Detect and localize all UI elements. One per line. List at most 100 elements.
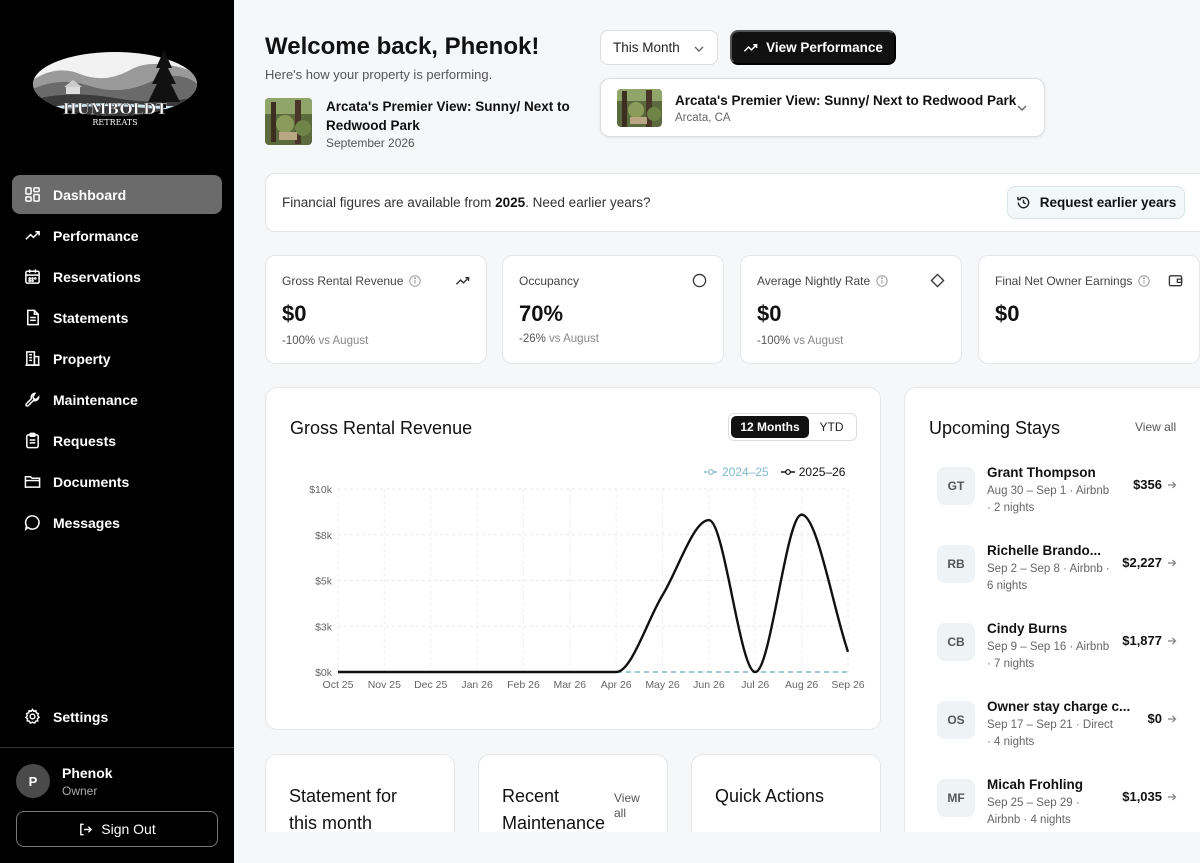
y-tick-label: $10k [309, 484, 333, 496]
sidebar-item-performance[interactable]: Performance [12, 216, 222, 255]
x-tick-label: Jan 26 [461, 679, 493, 691]
stay-payout-value: $0 [1147, 711, 1162, 726]
property-period: September 2026 [326, 136, 415, 150]
user-role: Owner [62, 783, 98, 798]
sidebar-item-label: Settings [53, 708, 109, 725]
sidebar-item-messages[interactable]: Messages [12, 503, 222, 542]
y-tick-label: $3k [315, 621, 333, 633]
stat-card-occupancy: Occupancy 70% -26% vs August [502, 255, 724, 364]
sidebar-item-settings[interactable]: Settings [12, 697, 222, 736]
info-icon[interactable] [1138, 275, 1151, 287]
stay-payout: $356 [1133, 477, 1177, 492]
stay-item[interactable]: RB Richelle Brando... Sep 2 – Sep 8 · Airb… [937, 543, 1177, 615]
sidebar-item-label: Performance [53, 227, 139, 244]
property-thumbnail [265, 98, 312, 145]
arrow-right-icon [1168, 559, 1177, 566]
x-tick-label: Mar 26 [553, 679, 586, 691]
sidebar-nav: Dashboard Performance Reservations State… [12, 175, 222, 544]
stat-value: $0 [282, 301, 307, 326]
logo-artwork: HUMBOLDT RETREATS [33, 50, 197, 127]
sidebar-item-label: Reservations [53, 268, 141, 285]
sign-out-button[interactable]: Sign Out [16, 811, 218, 847]
history-icon [1016, 196, 1030, 209]
upcoming-stays-view-all-link[interactable]: View all [1135, 420, 1176, 434]
period-select[interactable]: This Month [600, 30, 718, 65]
stay-payout: $2,227 [1122, 555, 1177, 570]
request-earlier-years-button[interactable]: Request earlier years [1007, 186, 1185, 219]
stat-label: Occupancy [519, 274, 580, 288]
sidebar: HUMBOLDT RETREATS Dashboard Performance … [0, 0, 234, 863]
guest-name: Grant Thompson [987, 465, 1096, 480]
trending-up-icon [455, 276, 470, 285]
info-icon[interactable] [876, 275, 888, 287]
toggle-ytd[interactable]: YTD [809, 416, 854, 438]
sidebar-item-label: Maintenance [53, 391, 138, 408]
guest-name: Micah Frohling [987, 777, 1083, 792]
folder-icon [24, 476, 41, 488]
brand-logo[interactable]: HUMBOLDT RETREATS [30, 44, 200, 134]
calendar-icon [25, 269, 40, 284]
sidebar-item-documents[interactable]: Documents [12, 462, 222, 501]
wrench-icon [25, 392, 40, 407]
viewport-bottom [234, 832, 1200, 863]
guest-avatar: CB [937, 623, 975, 661]
stay-payout: $0 [1148, 711, 1177, 726]
property-select-title: Arcata's Premier View: Sunny/ Next to Re… [675, 93, 1017, 108]
diamond-icon [930, 273, 945, 288]
legend-item-2024-25[interactable]: 2024–25 [704, 465, 769, 479]
guest-avatar: GT [937, 467, 975, 505]
stay-item[interactable]: CB Cindy Burns Sep 9 – Sep 16 · Airbnb · 7… [937, 621, 1177, 693]
sidebar-item-label: Messages [53, 514, 120, 531]
legend-item-2025-26[interactable]: 2025–26 [780, 465, 846, 479]
banner-year: 2025 [495, 195, 526, 210]
stat-change: -26% vs August [519, 333, 599, 345]
quick-actions-title: Quick Actions [715, 786, 825, 806]
period-select-value: This Month [613, 40, 680, 55]
stay-payout-value: $356 [1133, 477, 1162, 492]
x-tick-label: May 26 [645, 679, 680, 691]
stat-change: -100% vs August [282, 335, 368, 347]
stat-value: 70% [519, 301, 564, 326]
info-icon[interactable] [409, 275, 422, 287]
stat-label: Average Nightly Rate [757, 274, 871, 288]
view-performance-button[interactable]: View Performance [730, 30, 896, 65]
guest-avatar: OS [937, 701, 975, 739]
x-tick-label: Jun 26 [693, 679, 725, 691]
user-profile[interactable]: P Phenok Owner [16, 764, 113, 798]
stat-card-net-owner-earnings: Final Net Owner Earnings $0 [978, 255, 1200, 364]
sidebar-item-dashboard[interactable]: Dashboard [12, 175, 222, 214]
y-tick-label: $0k [315, 667, 333, 679]
revenue-chart-card: $0k $3k $5k $8k $10k Oct 25 Nov 25 Dec 25 Jan 26… [265, 387, 881, 730]
stay-payout-value: $1,035 [1122, 789, 1162, 804]
property-title: Arcata's Premier View: Sunny/ Next to Re… [326, 99, 570, 133]
x-tick-label: Oct 25 [323, 679, 354, 691]
property-select-thumbnail [617, 89, 662, 127]
stay-item[interactable]: OS Owner stay charge c... Sep 17 – Sep 21 … [937, 699, 1177, 771]
toggle-12-months[interactable]: 12 Months [731, 416, 809, 438]
upcoming-stays-card: Upcoming Stays View all GT Grant Thompson… [904, 387, 1200, 847]
trending-up-icon [743, 43, 758, 52]
chart-title: Gross Rental Revenue [290, 418, 473, 438]
arrow-right-icon [1168, 715, 1177, 722]
sidebar-item-statements[interactable]: Statements [12, 298, 222, 337]
sidebar-item-reservations[interactable]: Reservations [12, 257, 222, 296]
legend-label: 2025–26 [798, 465, 846, 479]
sidebar-item-maintenance[interactable]: Maintenance [12, 380, 222, 419]
sidebar-item-requests[interactable]: Requests [12, 421, 222, 460]
property-select[interactable]: Arcata's Premier View: Sunny/ Next to Re… [600, 78, 1045, 137]
sidebar-item-label: Property [53, 350, 111, 367]
sidebar-item-property[interactable]: Property [12, 339, 222, 378]
stat-label: Gross Rental Revenue [282, 274, 404, 288]
stay-details: Sep 17 – Sep 21 · Direct · 4 nights [987, 719, 1113, 748]
recent-maintenance-view-all-link[interactable]: View all [614, 791, 654, 821]
stat-value: $0 [757, 301, 782, 326]
stat-change-pct: -100% [282, 335, 316, 347]
property-select-location: Arcata, CA [675, 112, 731, 124]
stat-card-average-nightly-rate: Average Nightly Rate $0 -100% vs August [740, 255, 962, 364]
brand-tagline: RETREATS [92, 118, 137, 127]
stay-item[interactable]: GT Grant Thompson Aug 30 – Sep 1 · Airbnb … [937, 465, 1177, 537]
avatar: P [16, 764, 50, 798]
view-performance-label: View Performance [766, 40, 883, 55]
sidebar-divider [0, 747, 234, 748]
stay-details: Aug 30 – Sep 1 · Airbnb · 2 nights [987, 485, 1110, 514]
